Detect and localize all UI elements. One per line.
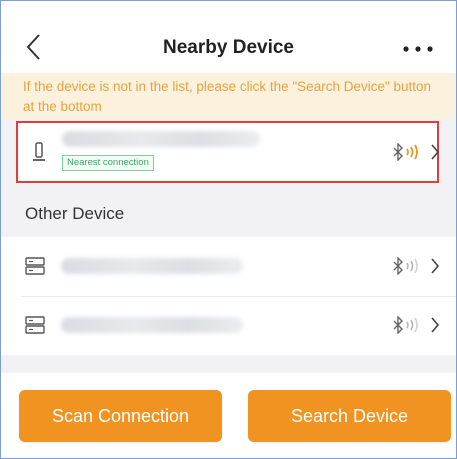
- bluetooth-signal-icon: [393, 316, 418, 334]
- device-name-redacted: [62, 131, 260, 147]
- scan-connection-button[interactable]: Scan Connection: [19, 390, 222, 442]
- device-name-redacted: [61, 317, 243, 333]
- ellipsis-icon[interactable]: [402, 45, 434, 53]
- page-title: Nearby Device: [163, 37, 294, 58]
- bluetooth-signal-icon: [393, 143, 418, 161]
- gateway-device-icon: [25, 257, 45, 275]
- other-device-list: [1, 237, 456, 355]
- app-screen: Nearby Device If the device is not in th…: [0, 0, 457, 459]
- nearest-device-row[interactable]: Nearest connection: [16, 121, 440, 183]
- bottom-action-bar: Scan Connection Search Device: [1, 373, 456, 458]
- search-device-button[interactable]: Search Device: [248, 390, 451, 442]
- gateway-device-icon: [25, 316, 45, 334]
- notice-banner: If the device is not in the list, please…: [1, 73, 456, 119]
- nearest-connection-badge: Nearest connection: [62, 155, 154, 171]
- chevron-right-icon: [431, 258, 440, 274]
- chevron-right-icon: [431, 144, 440, 160]
- lock-device-icon: [33, 142, 45, 161]
- device-name-redacted: [61, 258, 243, 274]
- other-device-heading: Other Device: [25, 204, 125, 223]
- list-item[interactable]: [1, 237, 456, 297]
- top-bar: Nearby Device: [1, 1, 456, 73]
- bluetooth-signal-icon: [393, 257, 418, 275]
- chevron-right-icon: [431, 317, 440, 333]
- list-item[interactable]: [1, 297, 456, 355]
